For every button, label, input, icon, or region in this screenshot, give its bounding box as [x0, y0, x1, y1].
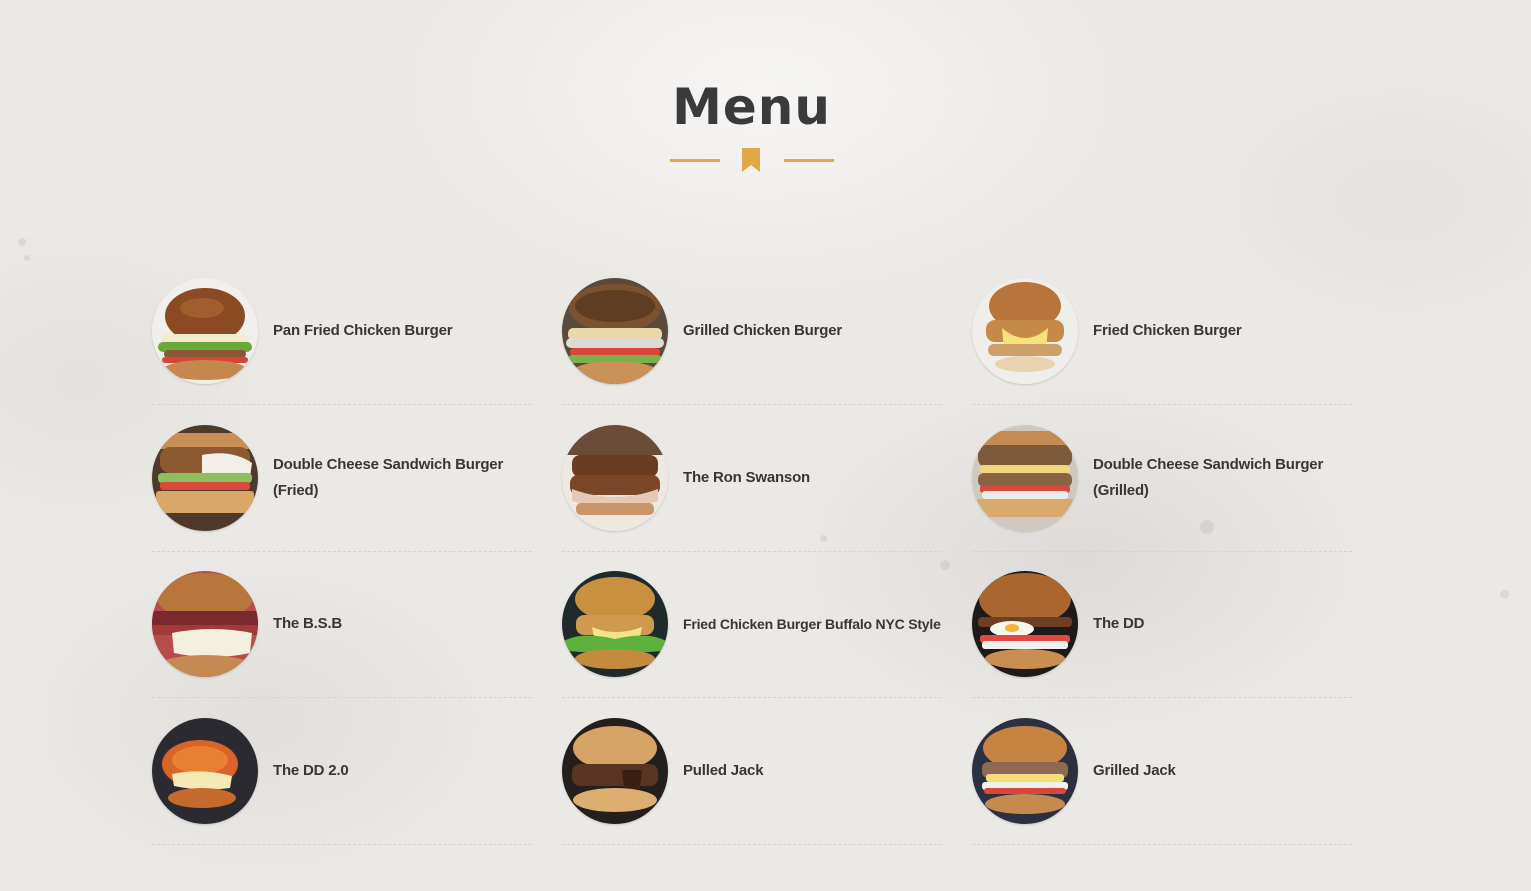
menu-item[interactable]: The Ron Swanson	[562, 424, 942, 572]
menu-item[interactable]: The B.S.B	[152, 571, 532, 718]
menu-item-name[interactable]: Pan Fried Chicken Burger	[273, 278, 453, 384]
row-divider	[972, 697, 1352, 698]
menu-item[interactable]: Fried Chicken Burger Buffalo NYC Style	[562, 571, 942, 718]
menu-item[interactable]: Double Cheese Sandwich Burger (Fried)	[152, 424, 532, 572]
menu-item[interactable]: Pulled Jack	[562, 717, 942, 865]
row-divider	[562, 843, 942, 845]
burger-photo[interactable]	[562, 278, 668, 384]
burger-photo[interactable]	[152, 717, 258, 824]
title-divider	[670, 147, 834, 173]
menu-item-name[interactable]: Double Cheese Sandwich Burger (Grilled)	[1093, 425, 1352, 531]
menu-item[interactable]: Fried Chicken Burger	[972, 278, 1352, 425]
menu-item-name[interactable]: Grilled Jack	[1093, 718, 1176, 824]
row-divider	[562, 550, 942, 552]
menu-item-name[interactable]: Fried Chicken Burger	[1093, 278, 1242, 384]
divider-line-left	[670, 159, 720, 162]
menu-item[interactable]: Grilled Chicken Burger	[562, 278, 942, 425]
menu-item-name[interactable]: Grilled Chicken Burger	[683, 278, 842, 384]
burger-photo[interactable]	[152, 571, 258, 677]
texture-speck	[1500, 590, 1509, 599]
menu-title: Menu	[672, 78, 831, 136]
burger-photo[interactable]	[972, 571, 1078, 677]
menu-item-name[interactable]: Double Cheese Sandwich Burger (Fried)	[273, 425, 532, 531]
divider-line-right	[784, 159, 834, 162]
menu-item[interactable]: The DD	[972, 571, 1352, 718]
texture-speck	[18, 238, 26, 246]
menu-item-name[interactable]: The Ron Swanson	[683, 425, 810, 531]
row-divider	[562, 697, 942, 698]
menu-item-name[interactable]: Pulled Jack	[683, 718, 764, 824]
row-divider	[152, 404, 532, 405]
row-divider	[152, 697, 532, 698]
menu-item[interactable]: Pan Fried Chicken Burger	[152, 278, 532, 425]
texture-speck	[24, 255, 30, 261]
row-divider	[152, 843, 532, 845]
burger-photo[interactable]	[562, 424, 668, 531]
bookmark-icon	[742, 148, 760, 172]
burger-photo[interactable]	[152, 424, 258, 531]
row-divider	[972, 843, 1352, 845]
row-divider	[562, 404, 942, 405]
burger-photo[interactable]	[562, 717, 668, 824]
menu-grid: Pan Fried Chicken Burger Grilled Chicken…	[152, 278, 1352, 864]
menu-item-name[interactable]: Fried Chicken Burger Buffalo NYC Style	[683, 571, 941, 677]
burger-photo[interactable]	[562, 571, 668, 677]
row-divider	[152, 550, 532, 552]
burger-photo[interactable]	[152, 278, 258, 384]
row-divider	[972, 550, 1352, 552]
row-divider	[972, 404, 1352, 405]
burger-photo[interactable]	[972, 424, 1078, 531]
menu-item[interactable]: Double Cheese Sandwich Burger (Grilled)	[972, 424, 1352, 572]
menu-item[interactable]: Grilled Jack	[972, 717, 1352, 865]
menu-item-name[interactable]: The DD	[1093, 571, 1145, 677]
menu-item[interactable]: The DD 2.0	[152, 717, 532, 865]
burger-photo[interactable]	[972, 278, 1078, 384]
burger-photo[interactable]	[972, 717, 1078, 824]
menu-item-name[interactable]: The B.S.B	[273, 571, 342, 677]
menu-item-name[interactable]: The DD 2.0	[273, 718, 349, 824]
